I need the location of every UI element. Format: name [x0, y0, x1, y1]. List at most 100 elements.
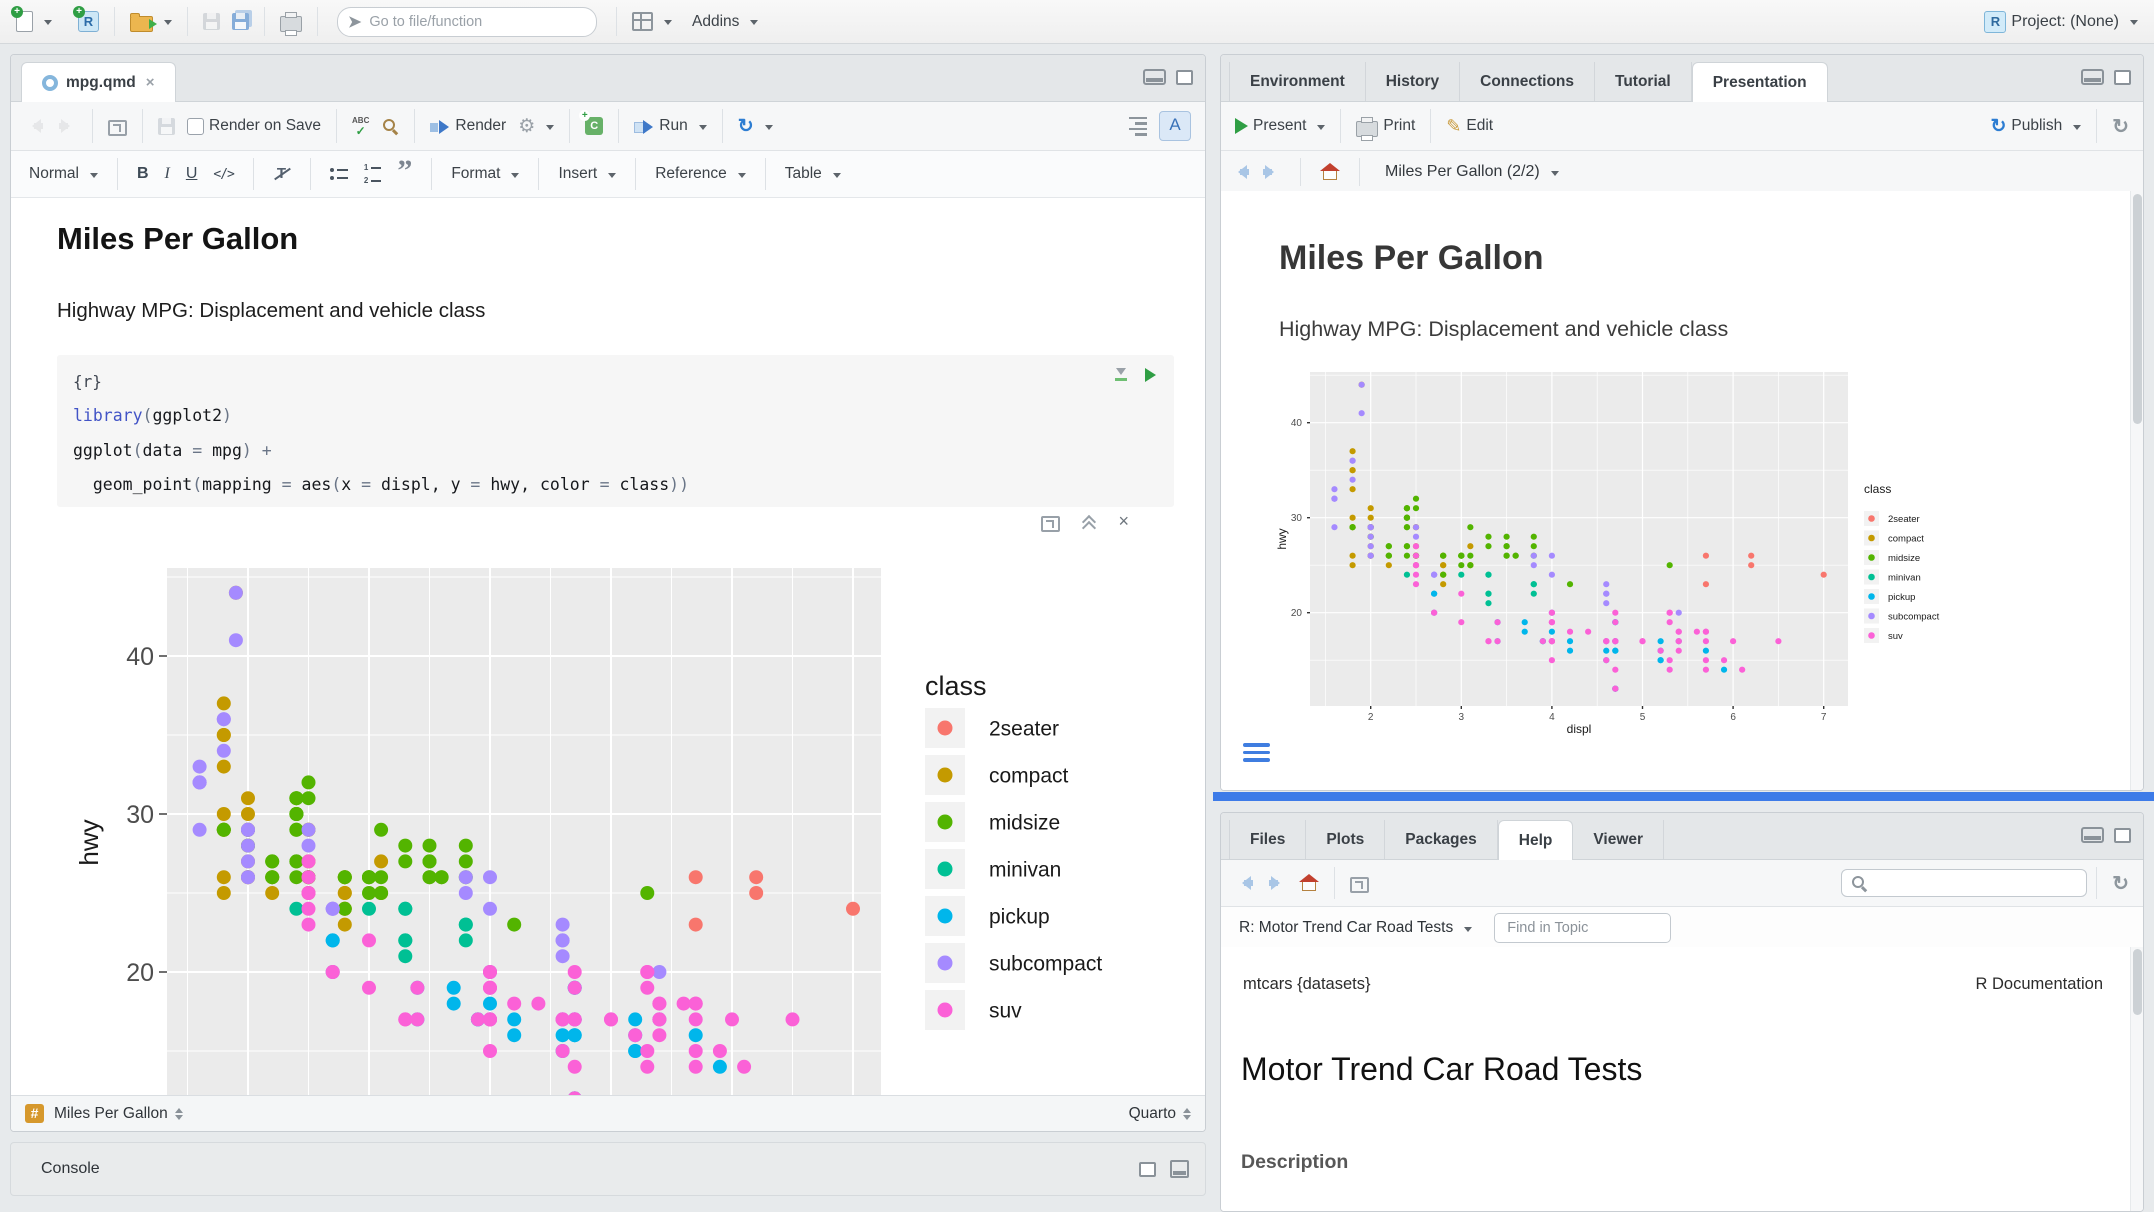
spellcheck-icon [352, 116, 369, 137]
refresh-presentation-button[interactable] [2106, 110, 2135, 143]
tab-environment[interactable]: Environment [1229, 62, 1366, 101]
render-options-button[interactable] [512, 111, 560, 142]
numbered-list-button[interactable] [358, 159, 387, 189]
new-project-button[interactable] [72, 7, 105, 36]
format-menu[interactable]: Format [445, 161, 525, 187]
run-chunk-icon[interactable] [1145, 368, 1156, 382]
outline-location[interactable]: Miles Per Gallon [54, 1105, 168, 1123]
slide-menu-icon[interactable] [1243, 743, 1270, 762]
outline-selector-icon[interactable] [175, 1104, 183, 1124]
present-button[interactable]: Present [1229, 113, 1331, 139]
close-output-icon[interactable] [1118, 514, 1129, 532]
r-code-chunk[interactable]: {r} library(ggplot2)ggplot(data = mpg) +… [57, 355, 1174, 507]
publish-button[interactable]: Publish [1984, 111, 2087, 142]
tab-packages[interactable]: Packages [1385, 820, 1498, 859]
help-home-button[interactable] [1293, 870, 1325, 896]
back-icon [1235, 875, 1255, 891]
topic-dropdown[interactable]: R: Motor Trend Car Road Tests [1235, 915, 1478, 941]
table-menu[interactable]: Table [779, 161, 847, 187]
console-title[interactable]: Console [41, 1160, 100, 1178]
tab-help[interactable]: Help [1498, 820, 1574, 860]
help-refresh-button[interactable] [2106, 867, 2135, 900]
reference-menu[interactable]: Reference [649, 161, 752, 187]
run-button[interactable]: Run [628, 113, 712, 139]
quote-icon [397, 164, 412, 185]
expand-output-icon[interactable] [1041, 516, 1060, 532]
paragraph-style-dropdown[interactable]: Normal [23, 161, 104, 187]
maximize-pane-icon[interactable] [2114, 70, 2131, 85]
save-doc-button[interactable] [152, 114, 181, 139]
workspace-panes-button[interactable] [626, 8, 678, 35]
rerun-button[interactable] [732, 111, 779, 142]
find-in-topic-input[interactable] [1494, 913, 1671, 943]
italic-button[interactable] [159, 161, 176, 187]
render-button[interactable]: Render [424, 113, 512, 139]
maximize-pane-icon[interactable] [2114, 828, 2131, 843]
project-menu[interactable]: Project: (None) [1978, 7, 2144, 37]
spellcheck-button[interactable] [346, 112, 375, 141]
restore-console-icon[interactable] [1139, 1162, 1156, 1177]
tab-tutorial[interactable]: Tutorial [1595, 62, 1692, 101]
print-button[interactable] [274, 7, 308, 36]
visual-editor-toggle[interactable] [1153, 107, 1197, 145]
presentation-scrollbar[interactable] [2130, 191, 2143, 790]
insert-chunk-button[interactable] [579, 113, 609, 139]
doc-mode-label[interactable]: Quarto [1129, 1105, 1176, 1123]
goto-file-search[interactable]: ➤ [337, 7, 597, 37]
maximize-console-icon[interactable] [1170, 1160, 1189, 1178]
home-icon[interactable] [1320, 163, 1340, 181]
addins-menu[interactable]: Addins [686, 9, 764, 35]
help-content[interactable]: mtcars {datasets} R Documentation Motor … [1221, 947, 2143, 1211]
collapse-output-icon[interactable] [1082, 515, 1096, 530]
tab-files[interactable]: Files [1229, 820, 1306, 859]
popout-editor-button[interactable] [102, 113, 133, 140]
help-popout-button[interactable] [1344, 870, 1375, 897]
tab-mpg-qmd[interactable]: mpg.qmd × [21, 62, 176, 102]
tab-presentation[interactable]: Presentation [1692, 62, 1828, 102]
minimize-pane-icon[interactable] [1143, 69, 1166, 85]
maximize-pane-icon[interactable] [1176, 70, 1193, 85]
back-button[interactable] [19, 114, 51, 138]
tab-history[interactable]: History [1366, 62, 1460, 101]
bold-button[interactable] [131, 161, 155, 187]
save-button[interactable] [197, 9, 226, 34]
help-doc-label: R Documentation [1976, 975, 2103, 994]
find-replace-button[interactable] [375, 113, 405, 139]
goto-file-input[interactable] [367, 13, 586, 31]
mode-selector-icon[interactable] [1183, 1104, 1191, 1124]
forward-button[interactable] [51, 114, 83, 138]
underline-button[interactable] [180, 161, 204, 187]
run-chunks-above-icon[interactable] [1113, 367, 1129, 383]
help-search-box[interactable] [1841, 869, 2087, 897]
tab-viewer[interactable]: Viewer [1573, 820, 1664, 859]
slide-selector[interactable]: Miles Per Gallon (2/2) [1379, 159, 1565, 185]
blockquote-button[interactable] [391, 160, 418, 189]
code-format-button[interactable] [207, 161, 239, 187]
help-forward-button[interactable] [1261, 871, 1293, 895]
open-file-button[interactable] [124, 7, 178, 36]
save-all-button[interactable] [226, 9, 255, 34]
clear-formatting-button[interactable] [267, 161, 297, 187]
close-tab-icon[interactable]: × [146, 63, 155, 102]
insert-menu[interactable]: Insert [552, 161, 622, 187]
help-scrollbar[interactable] [2130, 947, 2143, 1211]
minimize-pane-icon[interactable] [2081, 827, 2104, 843]
tab-label: Viewer [1593, 820, 1643, 859]
slide-forward-icon[interactable] [1261, 164, 1281, 180]
document-canvas[interactable]: Miles Per Gallon Highway MPG: Displaceme… [11, 199, 1205, 1095]
slide-back-icon[interactable] [1231, 164, 1251, 180]
edit-presentation-button[interactable]: Edit [1440, 112, 1499, 141]
print-presentation-button[interactable]: Print [1350, 112, 1421, 141]
help-search-input[interactable] [1874, 874, 2078, 892]
tab-connections[interactable]: Connections [1460, 62, 1595, 101]
bullet-list-button[interactable] [324, 164, 354, 184]
new-file-button[interactable] [10, 7, 58, 36]
help-back-button[interactable] [1229, 871, 1261, 895]
code-line: library(ggplot2) [73, 399, 1174, 434]
minimize-pane-icon[interactable] [2081, 69, 2104, 85]
presentation-viewport[interactable]: Miles Per Gallon Highway MPG: Displaceme… [1221, 191, 2143, 790]
render-on-save-toggle[interactable]: Render on Save [181, 113, 327, 139]
outline-toggle-button[interactable] [1123, 113, 1153, 140]
pane-resize-divider[interactable] [1213, 792, 2154, 801]
tab-plots[interactable]: Plots [1306, 820, 1385, 859]
